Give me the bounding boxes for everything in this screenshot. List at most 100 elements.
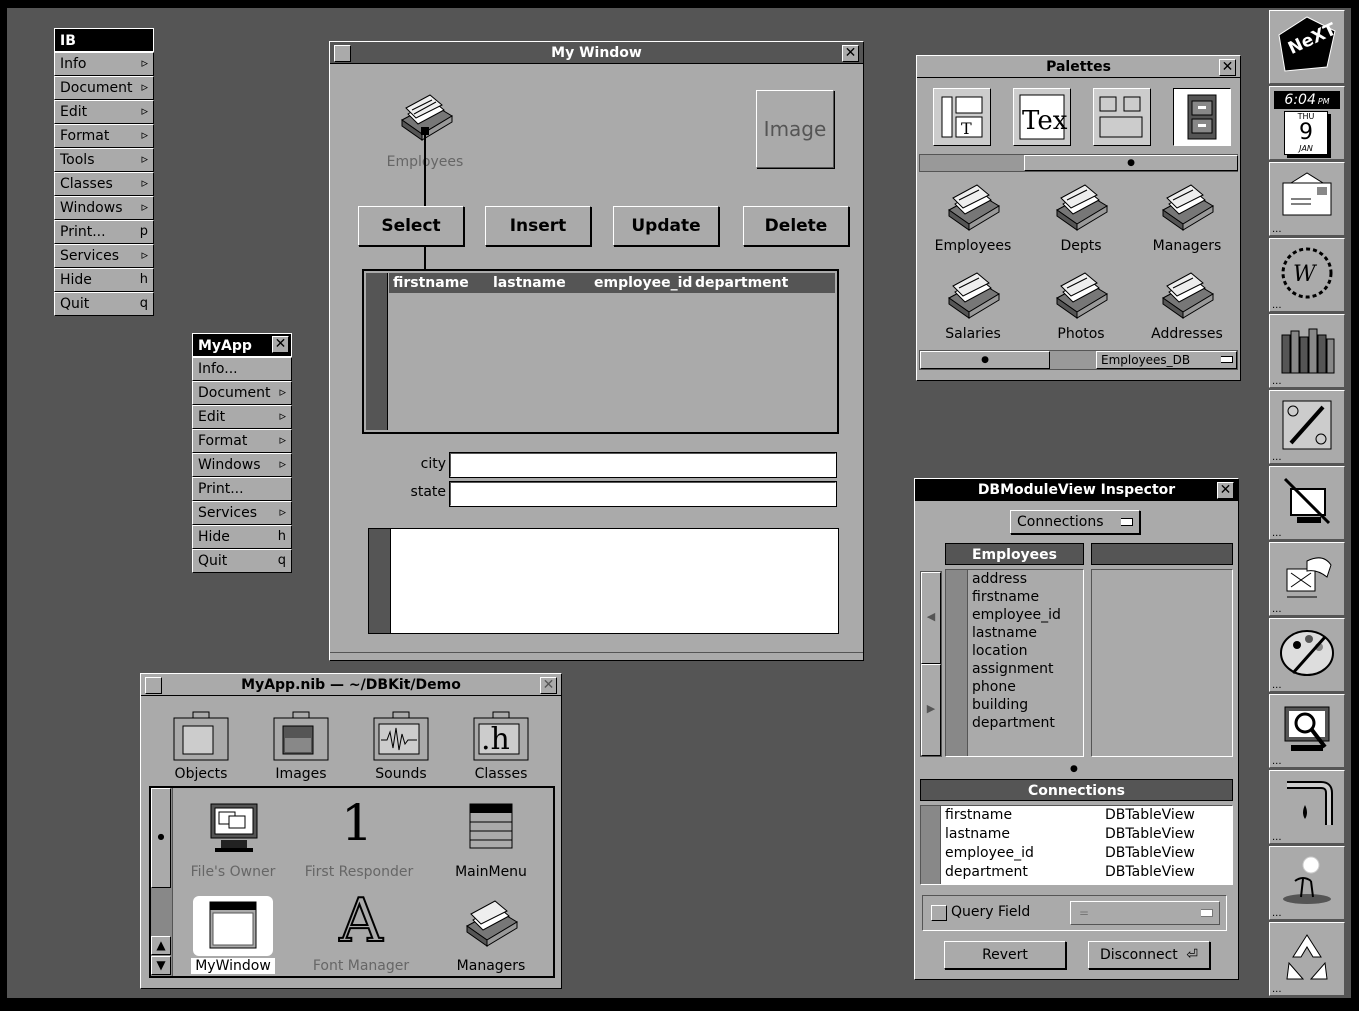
column-scroller[interactable]: [946, 570, 968, 756]
attribute-row[interactable]: phone: [970, 678, 1082, 696]
nib-titlebar[interactable]: MyApp.nib — ~/DBKit/Demo ✕: [141, 674, 561, 696]
ib-menu-item-classes[interactable]: Classes ▹: [54, 172, 154, 196]
palette-item-managers[interactable]: Managers: [1147, 180, 1227, 260]
palette-tab-windows[interactable]: [1093, 88, 1151, 146]
palette-tab-database[interactable]: [1173, 88, 1231, 146]
font-manager-icon[interactable]: A: [331, 885, 391, 957]
disconnect-button[interactable]: Disconnect ⏎: [1088, 941, 1210, 969]
connections-list[interactable]: firstname DBTableView lastname DBTableView e…: [920, 805, 1233, 885]
palette-bottom-scroller[interactable]: ● Employees_DB: [919, 350, 1238, 370]
empty-column-header[interactable]: [1091, 543, 1233, 565]
text-view-scroller[interactable]: [369, 529, 391, 633]
palette-item-salaries[interactable]: Salaries: [933, 268, 1013, 348]
my-window-object-icon[interactable]: [193, 896, 273, 956]
query-field-label[interactable]: Query Field: [951, 904, 1030, 920]
dock-tile[interactable]: NeXT: [1269, 10, 1345, 84]
dock-tile[interactable]: ...: [1269, 162, 1345, 236]
myapp-menu-item-format[interactable]: Format ▹: [192, 429, 292, 453]
objects-tab-label[interactable]: Objects: [161, 766, 241, 782]
employees-dbmodule-icon[interactable]: [396, 90, 456, 145]
miniaturize-icon[interactable]: [145, 677, 162, 694]
dock-tile[interactable]: ...: [1269, 314, 1345, 388]
main-menu-icon[interactable]: [468, 802, 514, 850]
my-window-titlebar[interactable]: My Window ✕: [330, 42, 863, 64]
attributes-column-header[interactable]: Employees: [945, 543, 1084, 565]
db-table-view[interactable]: firstname lastname employee_id departmen…: [362, 269, 839, 434]
dock-tile[interactable]: W...: [1269, 238, 1345, 312]
objects-scroll-knob[interactable]: ●: [151, 788, 171, 888]
outline-left-scroller[interactable]: ◀ ▶: [920, 571, 942, 757]
palette-item-addresses[interactable]: Addresses: [1147, 268, 1227, 348]
miniaturize-icon[interactable]: [334, 45, 351, 62]
state-field[interactable]: [449, 481, 837, 507]
images-tab[interactable]: [271, 710, 331, 762]
close-icon[interactable]: ✕: [1219, 59, 1236, 76]
column-header-department[interactable]: department: [695, 273, 788, 293]
attribute-row[interactable]: address: [970, 570, 1082, 588]
insert-button[interactable]: Insert: [485, 206, 591, 246]
connection-row[interactable]: firstname DBTableView: [945, 806, 1231, 825]
dock-tile[interactable]: ...: [1269, 390, 1345, 464]
column-header-employee-id[interactable]: employee_id: [594, 273, 692, 293]
text-view[interactable]: [368, 528, 839, 634]
classes-tab-label[interactable]: Classes: [461, 766, 541, 782]
dock-tile[interactable]: ...: [1269, 770, 1345, 844]
palette-tab-views[interactable]: T: [933, 88, 991, 146]
palette-left-knob[interactable]: ●: [920, 351, 1050, 369]
myapp-menu-item-quit[interactable]: Quit q: [192, 549, 292, 573]
attribute-row[interactable]: department: [970, 714, 1082, 732]
myapp-menu-item-document[interactable]: Document ▹: [192, 381, 292, 405]
dock-tile[interactable]: ...: [1269, 694, 1345, 768]
connection-row[interactable]: lastname DBTableView: [945, 825, 1231, 844]
images-tab-label[interactable]: Images: [261, 766, 341, 782]
revert-button[interactable]: Revert: [944, 941, 1066, 969]
myapp-menu-item-edit[interactable]: Edit ▹: [192, 405, 292, 429]
ib-menu-item-print[interactable]: Print... p: [54, 220, 154, 244]
city-field[interactable]: [449, 452, 837, 478]
ib-menu-title[interactable]: IB: [54, 28, 154, 52]
palette-scroll-knob[interactable]: ●: [1024, 155, 1238, 171]
palette-item-photos[interactable]: Photos: [1041, 268, 1121, 348]
ib-menu-item-windows[interactable]: Windows ▹: [54, 196, 154, 220]
sounds-tab-label[interactable]: Sounds: [361, 766, 441, 782]
dock-tile[interactable]: ...: [1269, 846, 1345, 920]
close-icon[interactable]: ✕: [272, 336, 289, 353]
palette-tab-text[interactable]: Tex: [1013, 88, 1071, 146]
objects-scroller[interactable]: ● ▲ ▼: [151, 788, 173, 976]
dock-tile[interactable]: ...: [1269, 466, 1345, 540]
attribute-row[interactable]: building: [970, 696, 1082, 714]
column-header-lastname[interactable]: lastname: [493, 273, 566, 293]
dock-tile-clock[interactable]: 6:04 PM THU 9 JAN: [1269, 86, 1345, 160]
ib-menu-item-services[interactable]: Services ▹: [54, 244, 154, 268]
ib-menu-item-info[interactable]: Info ▹: [54, 52, 154, 76]
delete-button[interactable]: Delete: [743, 206, 849, 246]
palettes-titlebar[interactable]: Palettes ✕: [917, 56, 1240, 78]
dock-tile[interactable]: ...: [1269, 542, 1345, 616]
scroll-right-arrow-icon[interactable]: ▶: [921, 664, 941, 756]
myapp-menu-item-windows[interactable]: Windows ▹: [192, 453, 292, 477]
files-owner-icon[interactable]: [207, 802, 261, 854]
first-responder-icon[interactable]: 1: [337, 794, 377, 852]
myapp-menu-title[interactable]: MyApp ✕: [192, 333, 292, 357]
window-resize-bar[interactable]: [330, 652, 863, 660]
ib-menu-item-quit[interactable]: Quit q: [54, 292, 154, 316]
database-popup[interactable]: Employees_DB: [1096, 351, 1237, 369]
query-field-checkbox[interactable]: [931, 905, 947, 921]
attribute-row[interactable]: location: [970, 642, 1082, 660]
connection-row[interactable]: employee_id DBTableView: [945, 844, 1231, 863]
empty-browser-column[interactable]: [1091, 569, 1233, 757]
scroll-left-arrow-icon[interactable]: ◀: [921, 572, 941, 664]
attribute-row[interactable]: employee_id: [970, 606, 1082, 624]
update-button[interactable]: Update: [613, 206, 719, 246]
sounds-tab[interactable]: [371, 710, 431, 762]
close-icon[interactable]: ✕: [1217, 482, 1234, 499]
ib-menu-item-edit[interactable]: Edit ▹: [54, 100, 154, 124]
myapp-menu-item-print[interactable]: Print...: [192, 477, 292, 501]
ib-menu-item-hide[interactable]: Hide h: [54, 268, 154, 292]
connections-scroller[interactable]: [921, 806, 941, 884]
managers-object-icon[interactable]: [461, 896, 521, 951]
connection-row[interactable]: department DBTableView: [945, 863, 1231, 882]
dock-tile[interactable]: ...: [1269, 922, 1345, 996]
attribute-row[interactable]: firstname: [970, 588, 1082, 606]
attribute-row[interactable]: lastname: [970, 624, 1082, 642]
